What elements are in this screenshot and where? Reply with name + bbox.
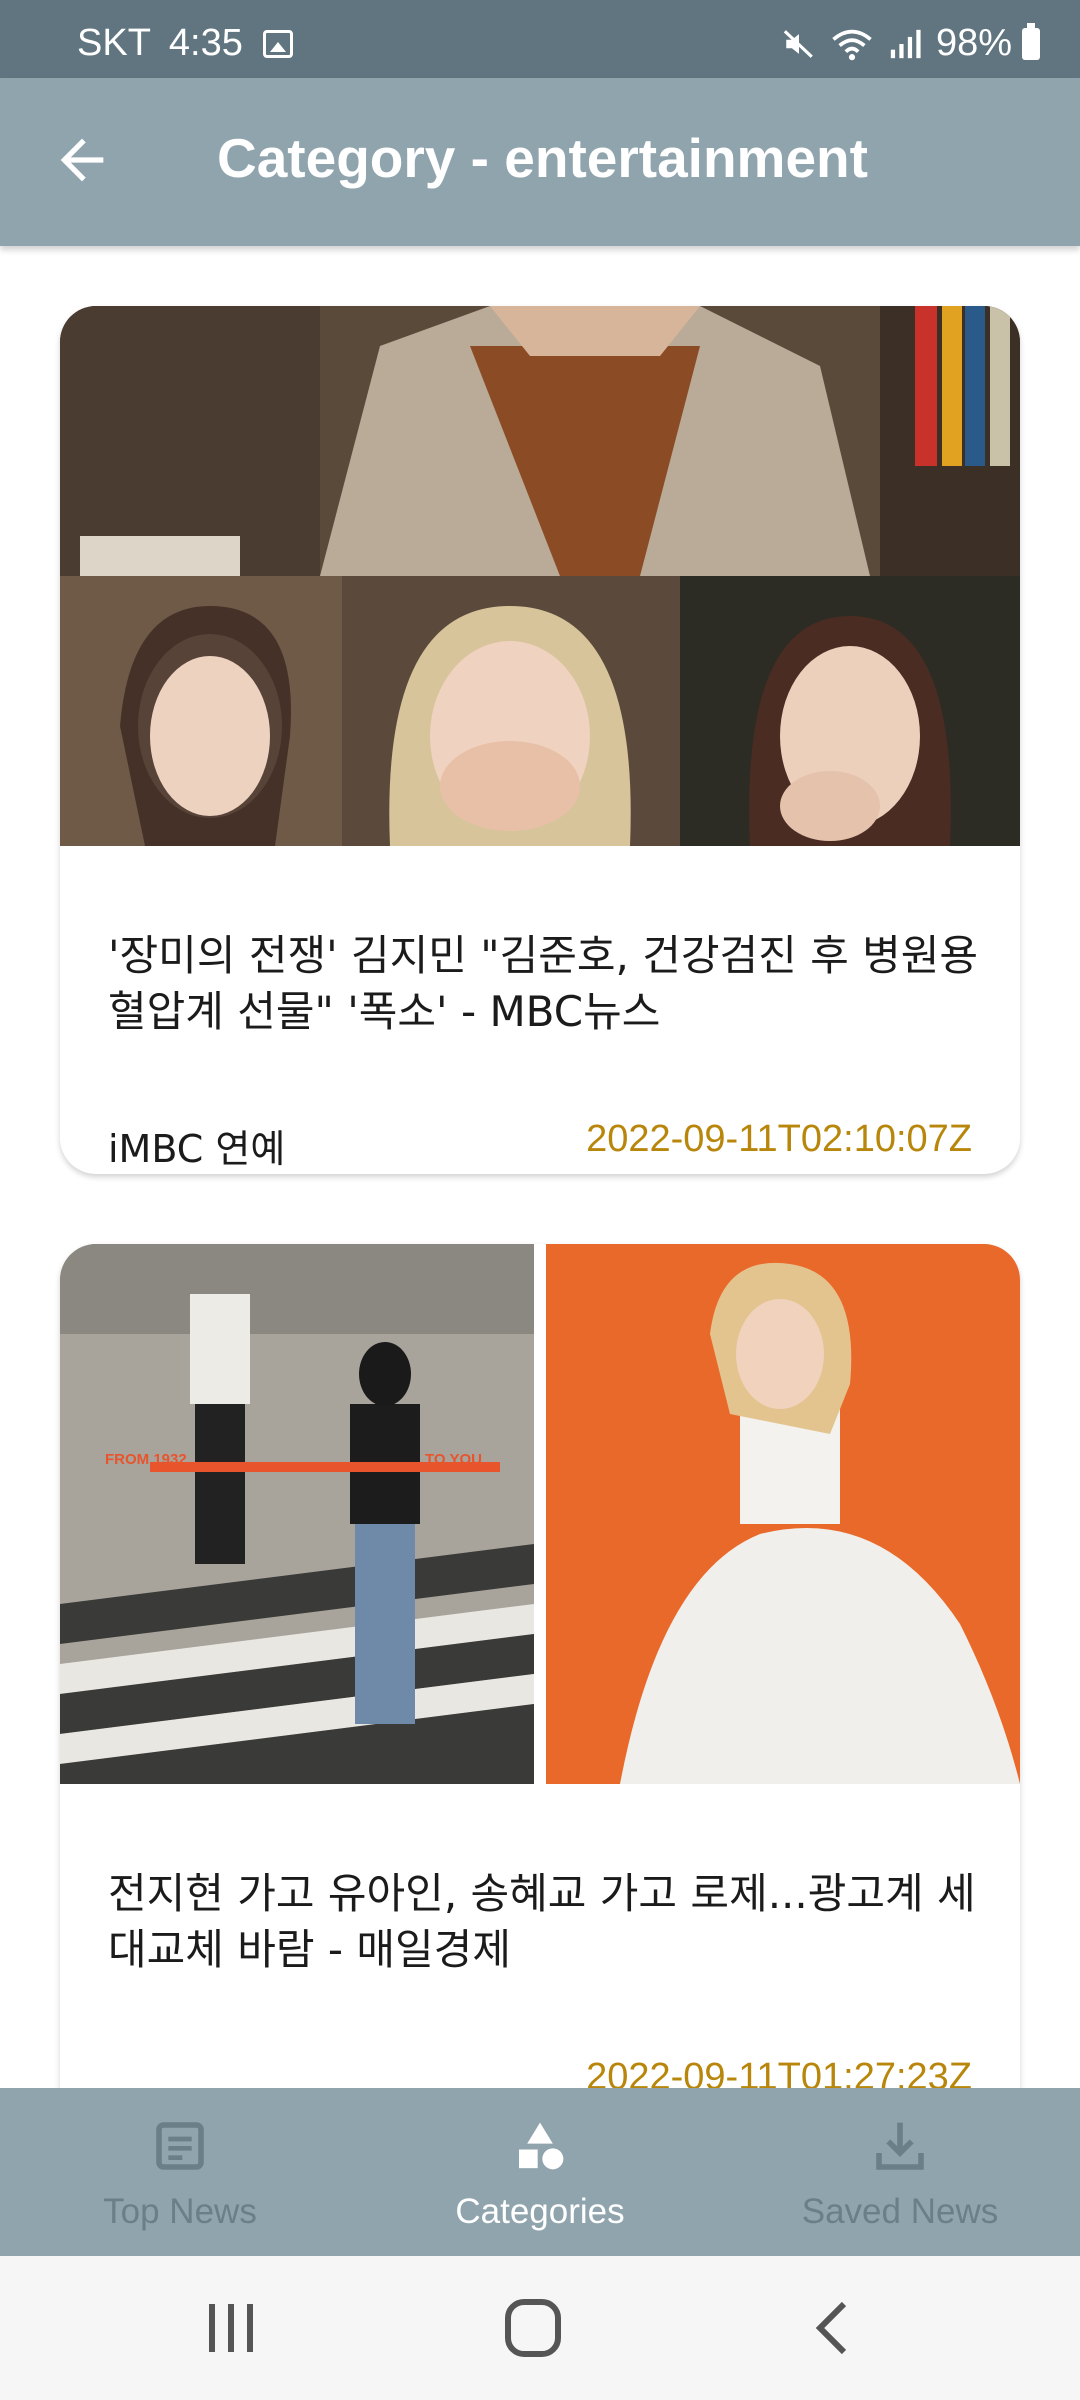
signal-icon [890,29,921,58]
image-caption-left: FROM 1932 [105,1451,187,1468]
image-caption-right: TO YOU [425,1451,482,1468]
mute-icon [783,29,813,58]
nav-label: Saved News [801,2192,999,2231]
status-left: SKT 4:35 [77,22,293,65]
article-card[interactable]: '장미의 전쟁' 김지민 "김준호, 건강검진 후 병원용 혈압계 선물" '폭… [60,306,1020,1174]
article-date: 2022-09-11T02:10:07Z [586,1118,972,1160]
back-arrow-icon[interactable] [50,128,114,192]
home-icon[interactable] [498,2296,568,2360]
wifi-icon [832,29,872,60]
carrier-label: SKT [77,22,151,64]
article-list[interactable]: '장미의 전쟁' 김지민 "김준호, 건강검진 후 병원용 혈압계 선물" '폭… [0,246,1080,2088]
battery-icon [1022,22,1040,60]
battery-percent: 98% [935,22,1012,64]
page-title: Category - entertainment [217,127,868,189]
article-date: 2022-09-11T01:27:23Z [586,2056,972,2088]
article-image [60,306,1020,846]
system-navigation-bar [0,2256,1080,2400]
gallery-notification-icon [262,29,293,58]
recent-apps-icon[interactable] [196,2296,266,2360]
status-bar: SKT 4:35 98% [0,0,1080,78]
nav-categories[interactable]: Categories [360,2088,720,2256]
article-title: 전지현 가고 유아인, 송혜교 가고 로제...광고계 세대교체 바람 - 매일… [108,1869,976,1974]
article-image: FROM 1932 TO YOU [60,1244,1020,1784]
article-icon [156,2122,204,2170]
status-right: 98% [782,22,1040,65]
nav-label: Categories [455,2192,625,2231]
article-source: iMBC 연예 [108,1127,286,1171]
download-icon [876,2122,924,2170]
clock: 4:35 [168,22,243,64]
back-icon[interactable] [800,2296,870,2360]
bottom-navigation: Top News Categories Saved News [0,2088,1080,2256]
article-title: '장미의 전쟁' 김지민 "김준호, 건강검진 후 병원용 혈압계 선물" '폭… [108,931,979,1036]
shapes-icon [519,2122,564,2170]
nav-top-news[interactable]: Top News [0,2088,360,2256]
article-card[interactable]: FROM 1932 TO YOU 전지현 가고 유아인, 송혜교 가고 로제..… [60,1244,1020,2088]
nav-label: Top News [103,2192,257,2231]
app-bar: Category - entertainment [0,78,1080,246]
nav-saved-news[interactable]: Saved News [720,2088,1080,2256]
